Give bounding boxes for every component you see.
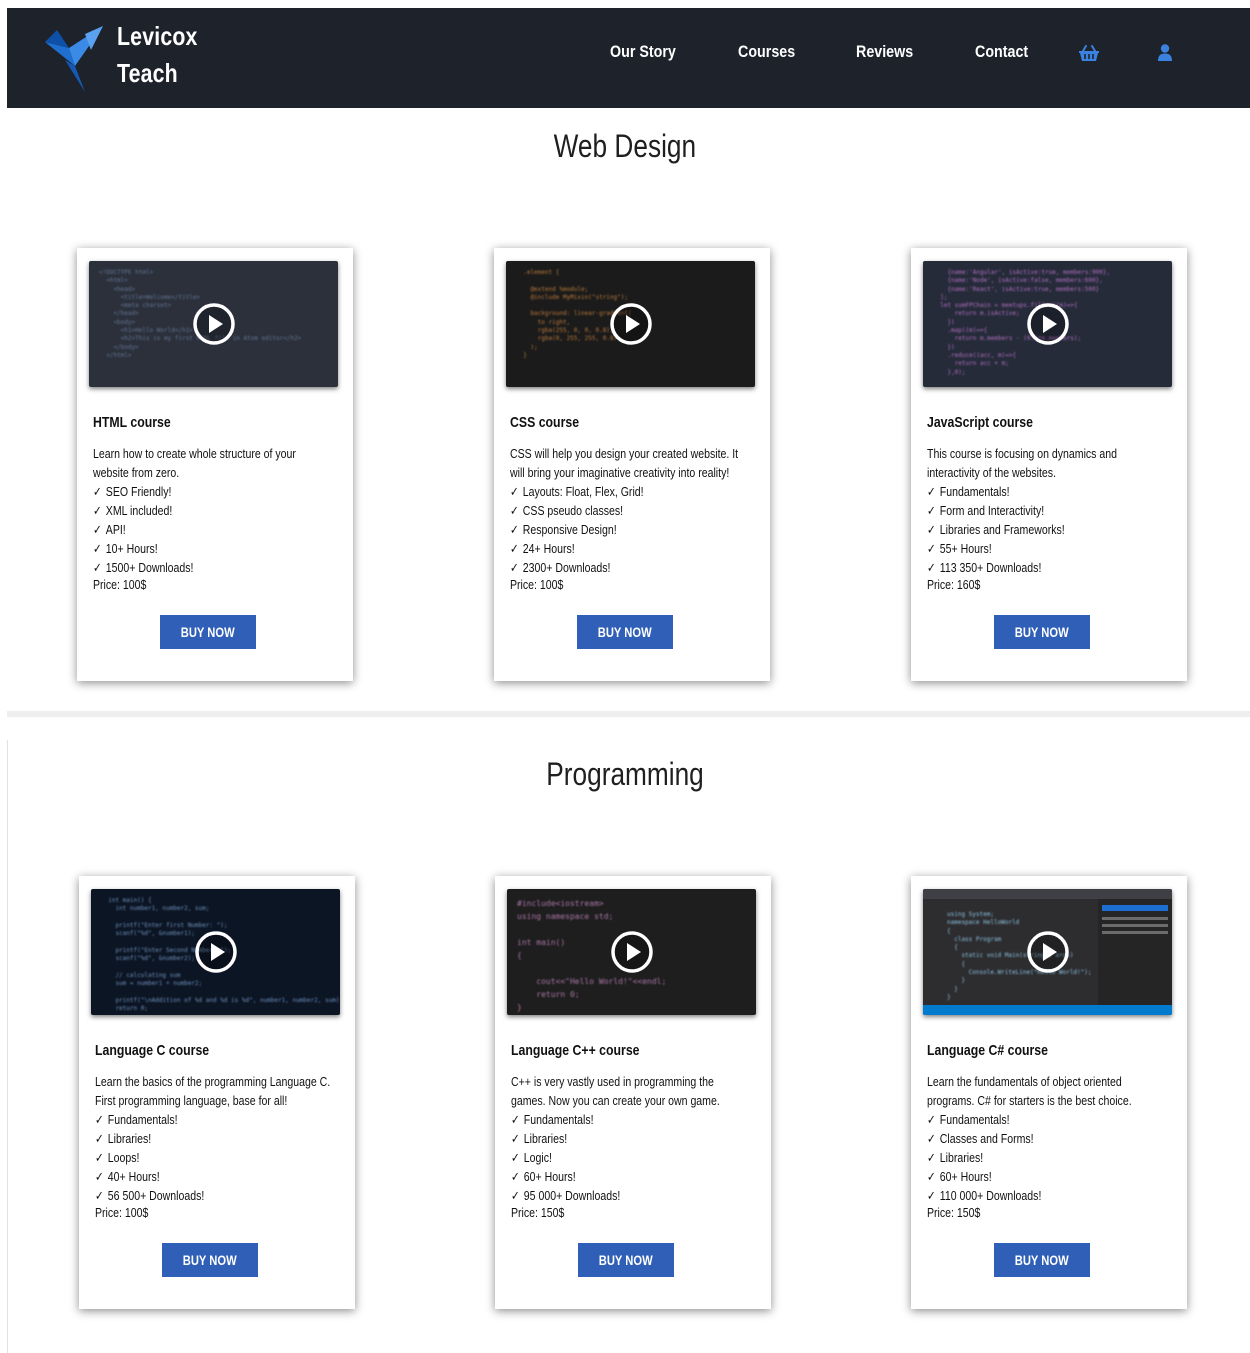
feature-item: CSS pseudo classes! bbox=[510, 501, 750, 520]
feature-item: 1500+ Downloads! bbox=[93, 558, 333, 577]
feature-item: Libraries! bbox=[927, 1148, 1167, 1167]
brand-name[interactable]: Levicox Teach bbox=[117, 18, 198, 92]
course-price: Price: 100$ bbox=[95, 1205, 149, 1220]
course-title: HTML course bbox=[93, 414, 171, 431]
course-title: Language C course bbox=[95, 1042, 210, 1059]
course-feature-list: Fundamentals! Libraries! Loops! 40+ Hour… bbox=[95, 1110, 335, 1205]
course-price: Price: 100$ bbox=[93, 577, 147, 592]
feature-item: 113 350+ Downloads! bbox=[927, 558, 1167, 577]
course-card: {name:'Angular', isActive:true, members:… bbox=[911, 248, 1187, 681]
brand-line-2: Teach bbox=[117, 58, 178, 88]
section-divider bbox=[7, 711, 1250, 717]
play-icon[interactable] bbox=[1026, 930, 1070, 974]
feature-item: Form and Interactivity! bbox=[927, 501, 1167, 520]
course-price: Price: 150$ bbox=[927, 1205, 981, 1220]
course-video-thumbnail[interactable]: <!DOCTYPE html> <html> <head> <title>Wel… bbox=[89, 261, 338, 387]
feature-item: 95 000+ Downloads! bbox=[511, 1186, 751, 1205]
play-icon[interactable] bbox=[194, 930, 238, 974]
ide-toolbar bbox=[923, 889, 1172, 899]
basket-icon[interactable] bbox=[1079, 45, 1099, 62]
nav-courses[interactable]: Courses bbox=[738, 42, 795, 62]
buy-now-button[interactable]: BUY NOW bbox=[577, 615, 673, 649]
buy-now-button[interactable]: BUY NOW bbox=[160, 615, 256, 649]
course-title: Language C++ course bbox=[511, 1042, 640, 1059]
course-description: C++ is very vastly used in programming t… bbox=[511, 1074, 720, 1108]
course-description: This course is focusing on dynamics and … bbox=[927, 446, 1117, 480]
play-icon[interactable] bbox=[1026, 302, 1070, 346]
course-card: .element { @extend %module; @include MyM… bbox=[494, 248, 770, 681]
feature-item: Logic! bbox=[511, 1148, 751, 1167]
course-price: Price: 150$ bbox=[511, 1205, 565, 1220]
course-video-thumbnail[interactable]: {name:'Angular', isActive:true, members:… bbox=[923, 261, 1172, 387]
section-border bbox=[7, 740, 8, 1353]
nav-reviews[interactable]: Reviews bbox=[856, 42, 913, 62]
nav-contact[interactable]: Contact bbox=[975, 42, 1028, 62]
feature-item: 55+ Hours! bbox=[927, 539, 1167, 558]
play-icon[interactable] bbox=[609, 302, 653, 346]
feature-item: Fundamentals! bbox=[511, 1110, 751, 1129]
feature-item: Responsive Design! bbox=[510, 520, 750, 539]
course-card: <!DOCTYPE html> <html> <head> <title>Wel… bbox=[77, 248, 353, 681]
feature-item: 60+ Hours! bbox=[927, 1167, 1167, 1186]
feature-item: 56 500+ Downloads! bbox=[95, 1186, 335, 1205]
feature-item: Layouts: Float, Flex, Grid! bbox=[510, 482, 750, 501]
play-icon[interactable] bbox=[610, 930, 654, 974]
course-video-thumbnail[interactable]: #include<iostream> using namespace std; … bbox=[507, 889, 756, 1015]
course-card: #include<iostream> using namespace std; … bbox=[495, 876, 771, 1309]
course-card: using System; namespace HelloWorld { cla… bbox=[911, 876, 1187, 1309]
course-price: Price: 160$ bbox=[927, 577, 981, 592]
feature-item: Fundamentals! bbox=[95, 1110, 335, 1129]
buy-now-button[interactable]: BUY NOW bbox=[994, 1243, 1090, 1277]
course-video-thumbnail[interactable]: using System; namespace HelloWorld { cla… bbox=[923, 889, 1172, 1015]
course-card: int main() { int number1, number2, sum; … bbox=[79, 876, 355, 1309]
course-feature-list: Fundamentals! Classes and Forms! Librari… bbox=[927, 1110, 1167, 1205]
course-price: Price: 100$ bbox=[510, 577, 564, 592]
feature-item: Libraries! bbox=[511, 1129, 751, 1148]
feature-item: Classes and Forms! bbox=[927, 1129, 1167, 1148]
buy-now-button[interactable]: BUY NOW bbox=[578, 1243, 674, 1277]
course-description: Learn the basics of the programming Lang… bbox=[95, 1074, 331, 1108]
course-description: CSS will help you design your created we… bbox=[510, 446, 739, 480]
buy-now-button[interactable]: BUY NOW bbox=[162, 1243, 258, 1277]
course-title: CSS course bbox=[510, 414, 580, 431]
feature-item: SEO Friendly! bbox=[93, 482, 333, 501]
feature-item: 10+ Hours! bbox=[93, 539, 333, 558]
course-title: JavaScript course bbox=[927, 414, 1033, 431]
section-title-web-design: Web Design bbox=[553, 128, 697, 164]
feature-item: 40+ Hours! bbox=[95, 1167, 335, 1186]
buy-now-button[interactable]: BUY NOW bbox=[994, 615, 1090, 649]
feature-item: 110 000+ Downloads! bbox=[927, 1186, 1167, 1205]
nav-our-story[interactable]: Our Story bbox=[610, 42, 676, 62]
bird-logo-icon[interactable] bbox=[45, 20, 105, 92]
ide-solution-panel bbox=[1098, 899, 1172, 1005]
brand-line-1: Levicox bbox=[117, 21, 198, 51]
course-feature-list: Fundamentals! Form and Interactivity! Li… bbox=[927, 482, 1167, 577]
course-video-thumbnail[interactable]: .element { @extend %module; @include MyM… bbox=[506, 261, 755, 387]
course-feature-list: SEO Friendly! XML included! API! 10+ Hou… bbox=[93, 482, 333, 577]
course-feature-list: Fundamentals! Libraries! Logic! 60+ Hour… bbox=[511, 1110, 751, 1205]
play-icon[interactable] bbox=[192, 302, 236, 346]
course-video-thumbnail[interactable]: int main() { int number1, number2, sum; … bbox=[91, 889, 340, 1015]
course-description: Learn how to create whole structure of y… bbox=[93, 446, 296, 480]
feature-item: 2300+ Downloads! bbox=[510, 558, 750, 577]
course-title: Language C# course bbox=[927, 1042, 1048, 1059]
feature-item: Fundamentals! bbox=[927, 1110, 1167, 1129]
feature-item: API! bbox=[93, 520, 333, 539]
feature-item: 24+ Hours! bbox=[510, 539, 750, 558]
section-title-programming: Programming bbox=[546, 756, 704, 792]
feature-item: 60+ Hours! bbox=[511, 1167, 751, 1186]
feature-item: XML included! bbox=[93, 501, 333, 520]
feature-item: Loops! bbox=[95, 1148, 335, 1167]
site-header: Levicox Teach Our Story Courses Reviews … bbox=[7, 8, 1250, 108]
user-icon[interactable] bbox=[1158, 44, 1172, 61]
course-feature-list: Layouts: Float, Flex, Grid! CSS pseudo c… bbox=[510, 482, 750, 577]
feature-item: Libraries and Frameworks! bbox=[927, 520, 1167, 539]
feature-item: Libraries! bbox=[95, 1129, 335, 1148]
course-description: Learn the fundamentals of object oriente… bbox=[927, 1074, 1132, 1108]
feature-item: Fundamentals! bbox=[927, 482, 1167, 501]
